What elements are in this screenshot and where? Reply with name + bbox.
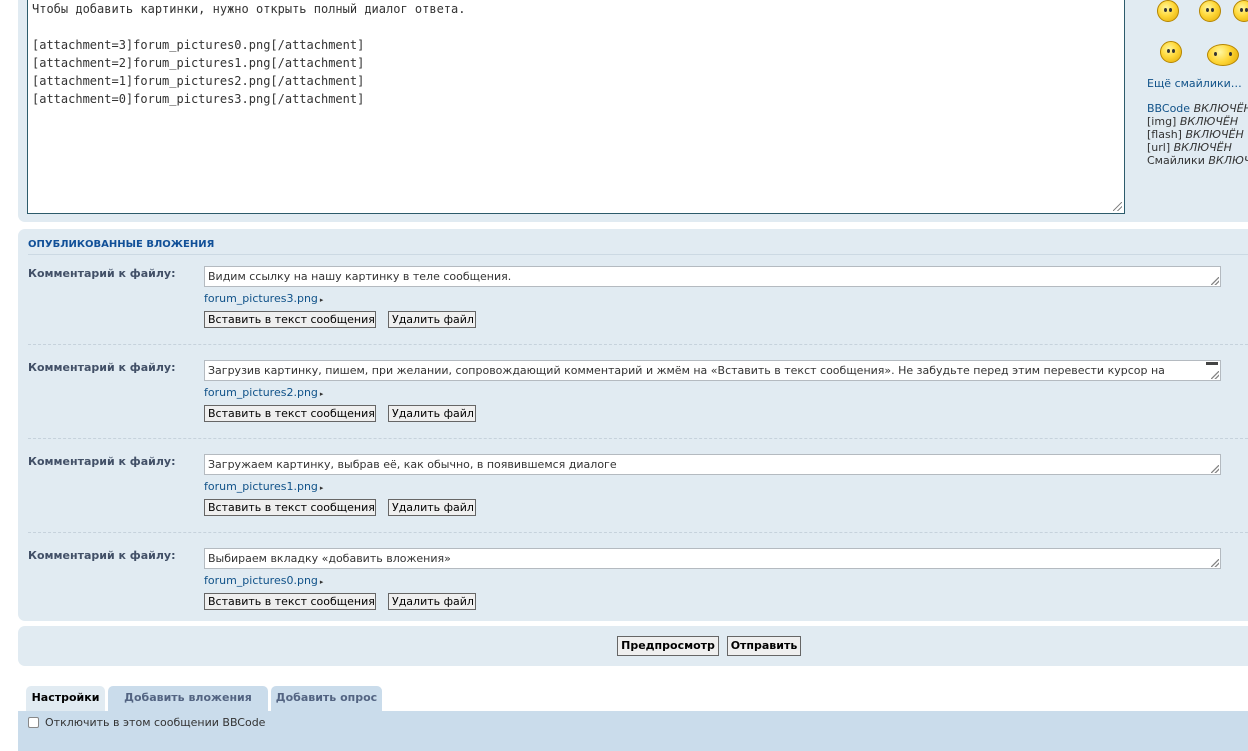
resize-grip-icon[interactable] <box>1211 559 1219 567</box>
disable-bbcode-checkbox[interactable] <box>28 717 39 728</box>
smiley-icon[interactable] <box>1157 0 1179 22</box>
more-smilies-link[interactable]: Ещё смайлики… <box>1147 77 1242 90</box>
submit-button[interactable]: Отправить <box>727 636 801 656</box>
divider <box>28 254 1248 255</box>
comment-input[interactable]: Видим ссылку на нашу картинку в теле соо… <box>204 266 1221 287</box>
resize-grip-icon[interactable] <box>1113 202 1122 211</box>
comment-text: Выбираем вкладку «добавить вложения» <box>208 552 451 565</box>
scroll-indicator <box>1206 362 1218 365</box>
delete-file-button[interactable]: Удалить файл <box>388 311 476 328</box>
status-url: [url] ВКЛЮЧЁН <box>1147 141 1248 154</box>
status-value: ВКЛЮЧЁН <box>1179 115 1239 128</box>
row-divider <box>28 344 1248 345</box>
status-value: ВКЛЮЧЁН <box>1185 128 1244 141</box>
tab-settings[interactable]: Настройки <box>26 686 105 711</box>
comment-label: Комментарий к файлу: <box>28 549 176 562</box>
comment-text: Загрузив картинку, пишем, при желании, с… <box>208 364 1165 377</box>
smiley-icon[interactable] <box>1160 41 1182 63</box>
file-name: forum_pictures2.png <box>204 386 318 399</box>
comment-input[interactable]: Загружаем картинку, выбрав её, как обычн… <box>204 454 1221 475</box>
delete-file-button[interactable]: Удалить файл <box>388 593 476 610</box>
external-link-icon: ▸ <box>319 578 324 586</box>
insert-into-message-button[interactable]: Вставить в текст сообщения <box>204 405 376 422</box>
bbcode-status: BBCode ВКЛЮЧЁН [img] ВКЛЮЧЁН [flash] ВКЛ… <box>1147 102 1248 167</box>
smiley-icon[interactable] <box>1199 0 1221 22</box>
attachment-file-link[interactable]: forum_pictures2.png ▸ <box>204 386 323 399</box>
status-img: [img] ВКЛЮЧЁН <box>1147 115 1248 128</box>
resize-grip-icon[interactable] <box>1211 371 1219 379</box>
attachment-file-link[interactable]: forum_pictures1.png ▸ <box>204 480 323 493</box>
status-value: ВКЛЮЧЁН <box>1193 102 1248 115</box>
comment-label: Комментарий к файлу: <box>28 267 176 280</box>
attachments-heading: ОПУБЛИКОВАННЫЕ ВЛОЖЕНИЯ <box>28 239 215 250</box>
status-bbcode: BBCode ВКЛЮЧЁН <box>1147 102 1248 115</box>
message-textarea[interactable]: Чтобы добавить картинки, нужно открыть п… <box>27 0 1125 214</box>
comment-text: Видим ссылку на нашу картинку в теле соо… <box>208 270 512 283</box>
delete-file-button[interactable]: Удалить файл <box>388 405 476 422</box>
file-name: forum_pictures3.png <box>204 292 318 305</box>
status-name: [url] <box>1147 141 1171 154</box>
smiley-icon[interactable] <box>1233 0 1248 22</box>
attachment-file-link[interactable]: forum_pictures0.png ▸ <box>204 574 323 587</box>
attachment-file-link[interactable]: forum_pictures3.png ▸ <box>204 292 323 305</box>
delete-file-button[interactable]: Удалить файл <box>388 499 476 516</box>
external-link-icon: ▸ <box>319 296 324 304</box>
resize-grip-icon[interactable] <box>1211 277 1219 285</box>
disable-bbcode-label: Отключить в этом сообщении BBCode <box>45 716 266 729</box>
external-link-icon: ▸ <box>319 390 324 398</box>
row-divider <box>28 438 1248 439</box>
status-value: ВКЛЮЧЁН <box>1208 154 1248 167</box>
comment-input[interactable]: Загрузив картинку, пишем, при желании, с… <box>204 360 1221 381</box>
tab-add-attachments[interactable]: Добавить вложения <box>108 686 268 711</box>
insert-into-message-button[interactable]: Вставить в текст сообщения <box>204 593 376 610</box>
attachment-row: Комментарий к файлу: Загружаем картинку,… <box>28 454 1248 549</box>
attachment-row: Комментарий к файлу: Загрузив картинку, … <box>28 360 1248 455</box>
file-name: forum_pictures1.png <box>204 480 318 493</box>
bbcode-help-link[interactable]: BBCode <box>1147 102 1190 115</box>
status-smilies: Смайлики ВКЛЮЧЁН <box>1147 154 1248 167</box>
comment-text: Загружаем картинку, выбрав её, как обычн… <box>208 458 617 471</box>
attachment-row: Комментарий к файлу: Видим ссылку на наш… <box>28 266 1248 361</box>
status-name: [flash] <box>1147 128 1182 141</box>
insert-into-message-button[interactable]: Вставить в текст сообщения <box>204 311 376 328</box>
status-name: [img] <box>1147 115 1177 128</box>
smiley-icon[interactable] <box>1207 44 1239 66</box>
status-value: ВКЛЮЧЁН <box>1173 141 1232 154</box>
row-divider <box>28 532 1248 533</box>
insert-into-message-button[interactable]: Вставить в текст сообщения <box>204 499 376 516</box>
status-name: Смайлики <box>1147 154 1205 167</box>
resize-grip-icon[interactable] <box>1211 465 1219 473</box>
external-link-icon: ▸ <box>319 484 324 492</box>
comment-label: Комментарий к файлу: <box>28 455 176 468</box>
message-text: Чтобы добавить картинки, нужно открыть п… <box>32 2 466 106</box>
comment-label: Комментарий к файлу: <box>28 361 176 374</box>
comment-input[interactable]: Выбираем вкладку «добавить вложения» <box>204 548 1221 569</box>
status-flash: [flash] ВКЛЮЧЁН <box>1147 128 1248 141</box>
preview-button[interactable]: Предпросмотр <box>617 636 719 656</box>
file-name: forum_pictures0.png <box>204 574 318 587</box>
tab-add-poll[interactable]: Добавить опрос <box>271 686 382 711</box>
